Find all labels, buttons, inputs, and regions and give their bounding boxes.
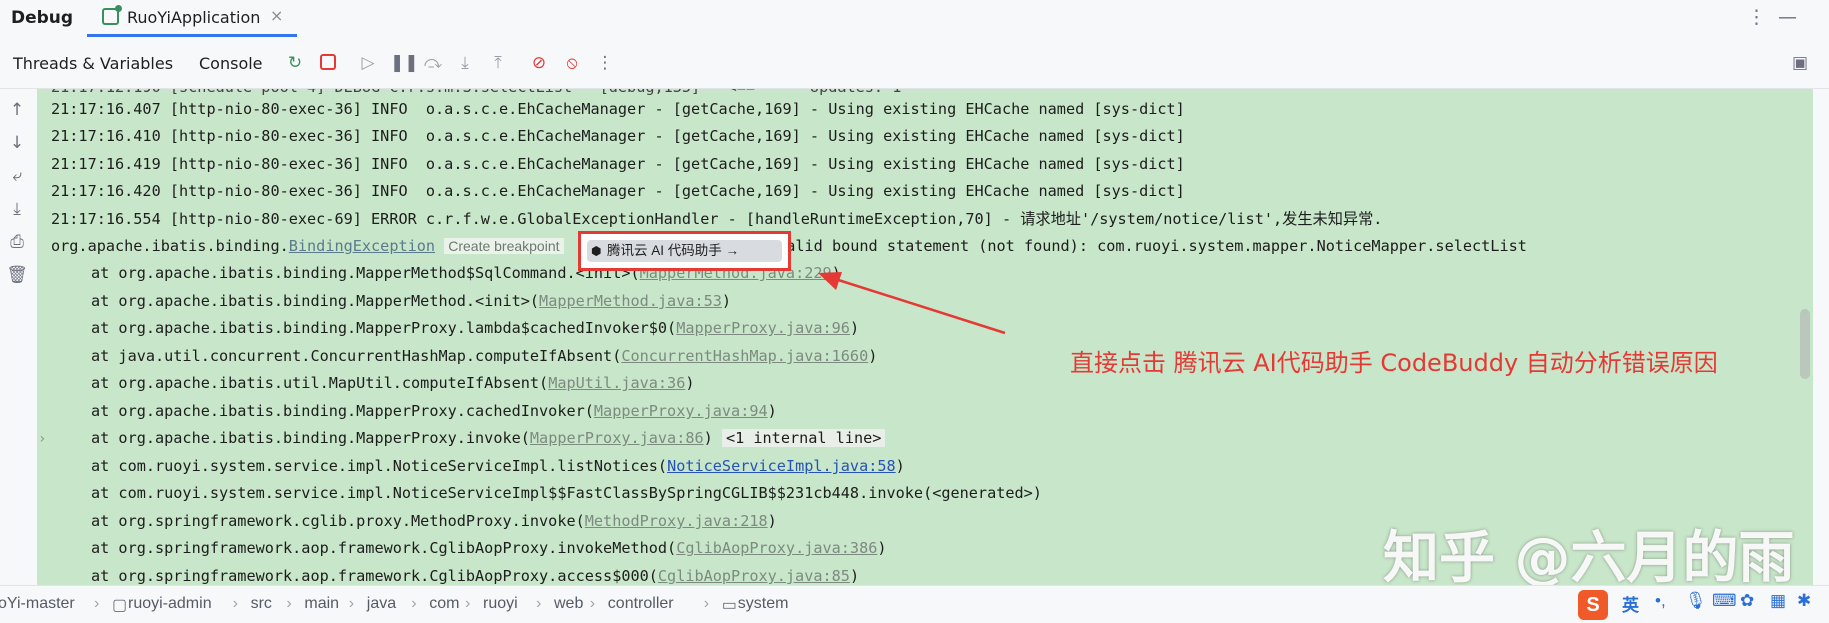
keyboard-icon[interactable]: ⌨	[1712, 591, 1737, 618]
breadcrumb-separator: ›	[348, 595, 355, 612]
breadcrumb-item[interactable]: ruoyi-admin	[128, 595, 212, 613]
ime-language[interactable]: 英	[1622, 591, 1639, 618]
breadcrumb-separator: ›	[703, 595, 710, 612]
breadcrumb-separator: ›	[465, 595, 471, 612]
breadcrumb-separator: ›	[94, 595, 100, 612]
breadcrumb-separator: ›	[589, 595, 596, 612]
breadcrumb-item[interactable]: system	[738, 595, 789, 613]
breadcrumb-item[interactable]: controller	[608, 595, 674, 613]
folder-icon: ▭	[721, 597, 737, 614]
status-bar: oYi-master › ▢ ruoyi-admin › src › main › java › co…	[0, 585, 1829, 623]
breadcrumb-item[interactable]: java	[367, 595, 396, 613]
skin-icon[interactable]: ✿	[1740, 591, 1754, 618]
breadcrumb-item[interactable]: ruoyi	[483, 595, 518, 613]
breadcrumb-separator: ›	[232, 595, 238, 612]
annotation-text: 直接点击 腾讯云 AI代码助手 CodeBuddy 自动分析错误原因	[1070, 349, 1718, 377]
breadcrumb-separator: ›	[411, 595, 417, 612]
microphone-icon[interactable]: 🎙	[1685, 591, 1707, 618]
breadcrumb-item[interactable]: web	[554, 595, 583, 613]
breadcrumb-item[interactable]: main	[304, 595, 339, 613]
breadcrumb-item[interactable]: src	[251, 595, 272, 613]
breadcrumb-separator: ›	[536, 595, 542, 612]
toolbox-icon[interactable]: ▦	[1770, 591, 1786, 618]
sogou-ime-logo[interactable]: S	[1578, 590, 1608, 620]
breadcrumb-item[interactable]: oYi-master	[0, 595, 75, 613]
ime-punctuation-icon[interactable]: •,	[1655, 591, 1666, 618]
module-icon: ▢	[112, 597, 128, 614]
settings-icon[interactable]: ✱	[1797, 591, 1811, 618]
breadcrumb-item[interactable]: com	[429, 595, 459, 613]
watermark: 知乎 @六月的雨	[1383, 526, 1795, 591]
breadcrumb-separator: ›	[286, 595, 292, 612]
